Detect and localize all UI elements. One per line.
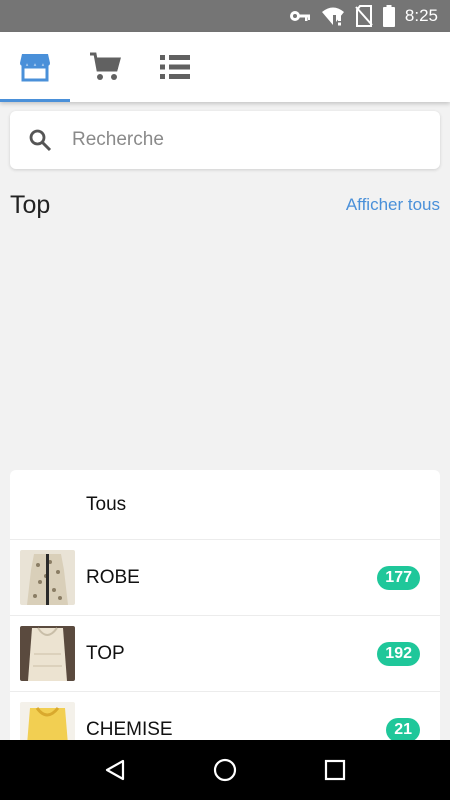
top-section-header: Top Afficher tous	[10, 190, 440, 220]
top-tab-bar	[0, 32, 450, 102]
count-badge: 21	[386, 717, 420, 742]
recents-button[interactable]	[310, 745, 360, 795]
search-input[interactable]: Recherche	[10, 111, 440, 169]
system-nav-bar	[0, 740, 450, 800]
key-icon	[289, 11, 310, 21]
category-list: Tous ROBE 177 TOP 192 CHEMISE 21	[10, 470, 440, 750]
robe-thumbnail	[20, 550, 75, 605]
back-icon	[105, 759, 125, 781]
recents-icon	[324, 759, 346, 781]
category-row-all[interactable]: Tous	[10, 470, 440, 540]
count-badge: 192	[377, 641, 420, 666]
status-bar: 8:25	[0, 0, 450, 32]
category-label: TOP	[86, 642, 125, 664]
list-icon	[160, 55, 190, 79]
category-row-top[interactable]: TOP 192	[10, 616, 440, 692]
back-button[interactable]	[90, 745, 140, 795]
tab-store[interactable]	[0, 32, 70, 102]
search-placeholder: Recherche	[72, 129, 164, 150]
tab-cart[interactable]	[70, 32, 140, 102]
category-row-robe[interactable]: ROBE 177	[10, 540, 440, 616]
show-all-link[interactable]: Afficher tous	[346, 195, 440, 215]
search-icon	[29, 129, 52, 152]
top-thumbnail	[20, 626, 75, 681]
cart-icon	[90, 52, 121, 80]
store-icon	[20, 54, 50, 82]
battery-icon	[382, 5, 395, 27]
tab-list[interactable]	[140, 32, 210, 102]
category-label: ROBE	[86, 566, 140, 588]
category-label: CHEMISE	[86, 718, 173, 740]
no-sim-icon	[355, 5, 373, 27]
status-time: 8:25	[404, 6, 438, 25]
category-label: Tous	[86, 493, 127, 515]
wifi-alert-icon	[321, 7, 344, 26]
home-button[interactable]	[200, 745, 250, 795]
home-icon	[213, 758, 237, 782]
count-badge: 177	[377, 565, 420, 590]
section-title: Top	[10, 190, 51, 219]
